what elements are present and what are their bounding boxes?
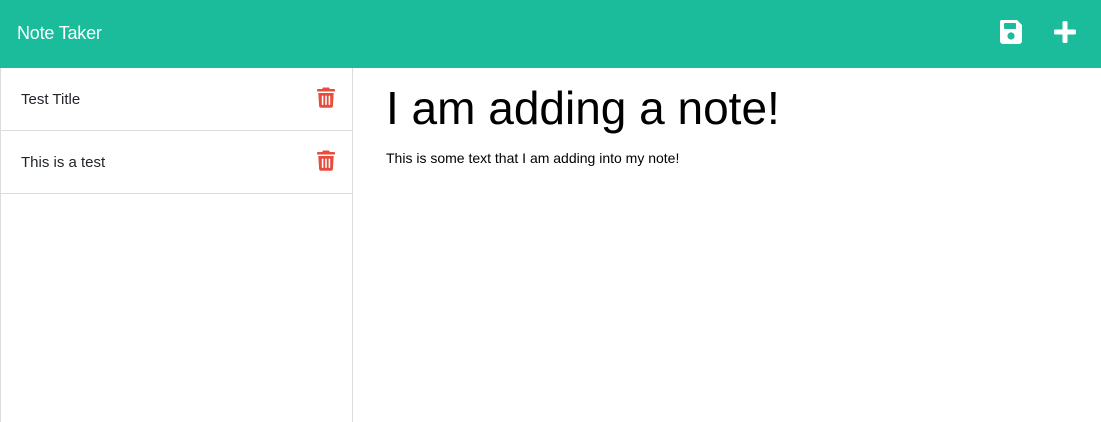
- note-title-input[interactable]: [386, 80, 1076, 136]
- note-list-item[interactable]: This is a test: [1, 131, 352, 194]
- note-list-item[interactable]: Test Title: [1, 68, 352, 131]
- floppy-disk-icon: [999, 20, 1022, 44]
- note-editor: This is some text that I am adding into …: [354, 68, 1101, 422]
- note-text-area[interactable]: This is some text that I am adding into …: [386, 148, 1076, 388]
- delete-note-button[interactable]: [317, 150, 335, 171]
- new-note-button[interactable]: [1052, 19, 1078, 45]
- trash-icon: [317, 87, 335, 108]
- note-list: Test Title This is a test: [1, 68, 352, 194]
- note-list-item-title[interactable]: This is a test: [21, 131, 105, 194]
- app-title[interactable]: Note Taker: [17, 0, 102, 68]
- trash-icon: [317, 150, 335, 171]
- note-list-item-title[interactable]: Test Title: [21, 68, 80, 131]
- plus-icon: [1054, 21, 1076, 43]
- notes-sidebar: Test Title This is a test: [0, 68, 353, 422]
- delete-note-button[interactable]: [317, 87, 335, 108]
- save-note-button[interactable]: [998, 19, 1024, 45]
- top-navbar: Note Taker: [0, 0, 1101, 68]
